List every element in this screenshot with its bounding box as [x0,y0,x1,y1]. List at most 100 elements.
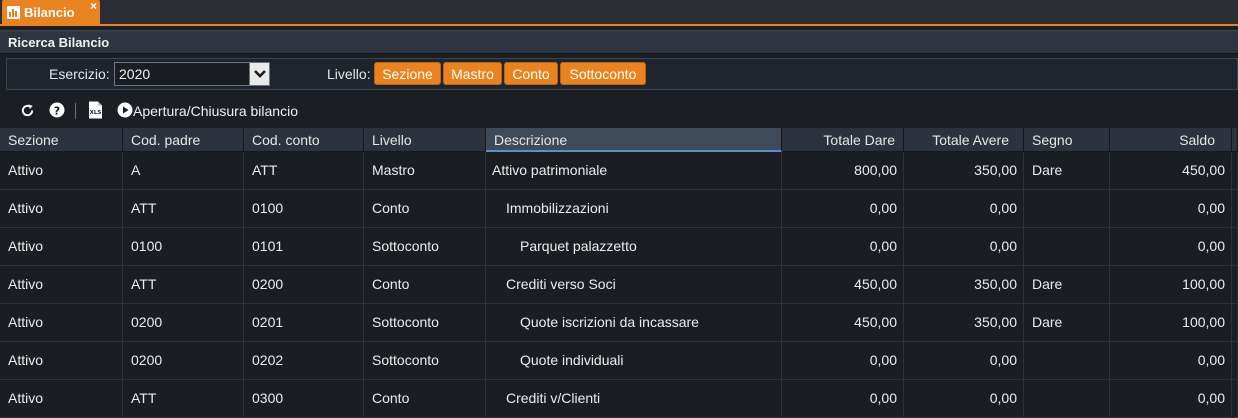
column-header-livello[interactable]: Livello [364,128,486,152]
column-header-totale-avere[interactable]: Totale Avere [904,128,1024,152]
refresh-icon[interactable] [19,102,35,118]
cell-sezione: Attivo [0,342,123,379]
cell-cod-padre: ATT [123,266,244,303]
column-header-cod-conto[interactable]: Cod. conto [244,128,364,152]
cell-segno [1024,380,1110,417]
table-row[interactable]: Attivo ATT 0300 Conto Crediti v/Clienti 0,00 0… [0,380,1238,418]
cell-livello: Conto [364,190,486,227]
level-button-mastro[interactable]: Mastro [443,62,502,85]
cell-segno: Dare [1024,266,1110,303]
column-header-saldo[interactable]: Saldo [1110,128,1232,152]
cell-filler [1232,190,1238,227]
tab-strip: Bilancio × [0,0,1238,26]
cell-cod-conto: 0201 [244,304,364,341]
cell-livello: Sottoconto [364,228,486,265]
cell-livello: Conto [364,380,486,417]
cell-totale-avere: 350,00 [904,152,1024,189]
cell-sezione: Attivo [0,380,123,417]
cell-cod-padre: ATT [123,380,244,417]
livello-label: Livello: [327,66,371,82]
cell-filler [1232,266,1238,303]
cell-segno [1024,228,1110,265]
cell-saldo: 100,00 [1110,266,1232,303]
play-circle-icon[interactable] [117,102,133,118]
cell-sezione: Attivo [0,304,123,341]
cell-descrizione: Quote individuali [486,342,782,379]
cell-filler [1232,304,1238,341]
cell-descrizione: Crediti v/Clienti [486,380,782,417]
cell-descrizione: Quote iscrizioni da incassare [486,304,782,341]
chart-icon [7,5,20,19]
cell-cod-padre: 0200 [123,342,244,379]
cell-totale-dare: 0,00 [782,228,904,265]
cell-cod-conto: 0202 [244,342,364,379]
search-bar: Esercizio: 2020 Livello: Sezione Mastro … [6,58,1238,90]
cell-saldo: 450,00 [1110,152,1232,189]
cell-totale-avere: 350,00 [904,266,1024,303]
cell-livello: Sottoconto [364,342,486,379]
cell-totale-avere: 0,00 [904,342,1024,379]
cell-descrizione: Attivo patrimoniale [486,152,782,189]
cell-saldo: 0,00 [1110,228,1232,265]
cell-saldo: 0,00 [1110,342,1232,379]
cell-totale-dare: 450,00 [782,304,904,341]
cell-totale-dare: 0,00 [782,190,904,227]
toolbar: ? XLS Apertura/Chiusura bilancio [0,97,1238,125]
chevron-down-icon[interactable] [249,63,269,85]
svg-text:?: ? [54,105,60,118]
toolbar-divider [75,103,76,119]
cell-totale-dare: 450,00 [782,266,904,303]
cell-saldo: 0,00 [1110,190,1232,227]
panel-title: Ricerca Bilancio [0,30,1238,54]
level-button-sottoconto[interactable]: Sottoconto [560,62,646,85]
tab-title: Bilancio [24,4,75,20]
cell-segno [1024,190,1110,227]
column-header-descrizione[interactable]: Descrizione [486,128,782,152]
level-button-sezione[interactable]: Sezione [374,62,441,85]
table-row[interactable]: Attivo 0100 0101 Sottoconto Parquet palazzet… [0,228,1238,266]
column-header-cod-padre[interactable]: Cod. padre [123,128,244,152]
cell-cod-padre: ATT [123,190,244,227]
table-row[interactable]: Attivo 0200 0201 Sottoconto Quote iscrizioni… [0,304,1238,342]
cell-livello: Sottoconto [364,304,486,341]
cell-cod-padre: 0200 [123,304,244,341]
cell-cod-conto: 0101 [244,228,364,265]
apertura-chiusura-button[interactable]: Apertura/Chiusura bilancio [133,103,298,119]
cell-totale-avere: 350,00 [904,304,1024,341]
cell-filler [1232,380,1238,417]
cell-totale-dare: 800,00 [782,152,904,189]
table-row[interactable]: Attivo ATT 0100 Conto Immobilizzazioni 0,00 0,… [0,190,1238,228]
esercizio-select[interactable]: 2020 [114,62,270,86]
cell-filler [1232,342,1238,379]
cell-cod-conto: ATT [244,152,364,189]
cell-filler [1232,228,1238,265]
cell-totale-avere: 0,00 [904,190,1024,227]
column-header-totale-dare[interactable]: Totale Dare [782,128,904,152]
help-icon[interactable]: ? [49,102,65,118]
level-button-conto[interactable]: Conto [504,62,558,85]
cell-livello: Mastro [364,152,486,189]
column-header-filler [1232,128,1238,152]
table-row[interactable]: Attivo A ATT Mastro Attivo patrimoniale 800,0… [0,152,1238,190]
column-header-sezione[interactable]: Sezione [0,128,123,152]
cell-totale-dare: 0,00 [782,380,904,417]
xls-export-icon[interactable]: XLS [87,101,103,119]
esercizio-label: Esercizio: [49,66,110,82]
cell-descrizione: Crediti verso Soci [486,266,782,303]
cell-cod-padre: 0100 [123,228,244,265]
tab-bilancio[interactable]: Bilancio × [2,0,100,24]
cell-saldo: 100,00 [1110,304,1232,341]
cell-sezione: Attivo [0,228,123,265]
cell-saldo: 0,00 [1110,380,1232,417]
table-row[interactable]: Attivo ATT 0200 Conto Crediti verso Soci 450,… [0,266,1238,304]
table-row[interactable]: Attivo 0200 0202 Sottoconto Quote individual… [0,342,1238,380]
cell-segno [1024,342,1110,379]
cell-totale-dare: 0,00 [782,342,904,379]
cell-descrizione: Immobilizzazioni [486,190,782,227]
cell-filler [1232,152,1238,189]
cell-livello: Conto [364,266,486,303]
cell-cod-conto: 0300 [244,380,364,417]
column-header-segno[interactable]: Segno [1024,128,1110,152]
cell-sezione: Attivo [0,190,123,227]
close-icon[interactable]: × [90,0,97,12]
